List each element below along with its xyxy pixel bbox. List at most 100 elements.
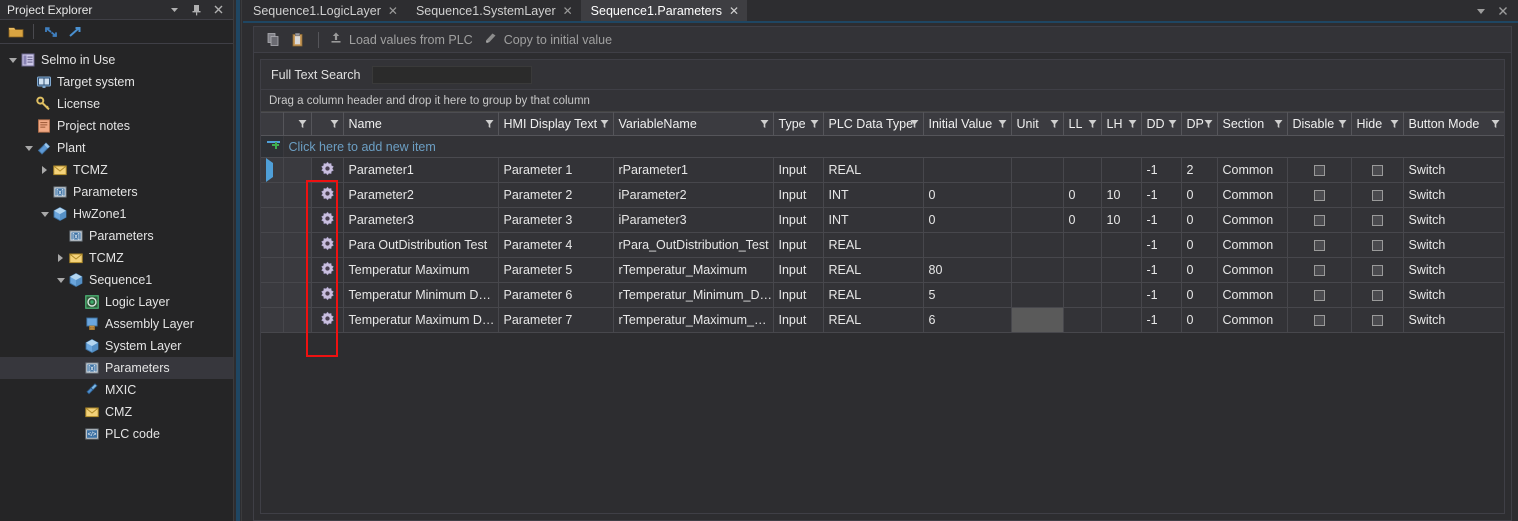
disable-checkbox[interactable] (1313, 190, 1325, 202)
table-row[interactable]: Temperatur Minimum Delta Parameter 6 rTemp… (261, 282, 1504, 308)
cell-hide-checkbox[interactable] (1351, 282, 1404, 308)
tree-item-selmo-in-use[interactable]: Selmo in Use (0, 49, 233, 71)
column-filter-icon[interactable] (998, 118, 1007, 132)
collapse-all-icon[interactable] (40, 22, 62, 42)
cell-plc-data-type[interactable]: INT (823, 182, 924, 208)
cell-dp[interactable]: 0 (1181, 257, 1218, 283)
cell-initial-value[interactable]: 0 (923, 207, 1012, 233)
copy-to-initial-value-button[interactable]: Copy to initial value (482, 31, 621, 48)
table-row[interactable]: Parameter1 Parameter 1 rParameter1 Input REA… (261, 157, 1504, 183)
cell-disable-checkbox[interactable] (1287, 157, 1352, 183)
disable-checkbox[interactable] (1313, 315, 1325, 327)
cell-dp[interactable]: 0 (1181, 182, 1218, 208)
cell-initial-value[interactable]: 0 (923, 182, 1012, 208)
cell-section[interactable]: Common (1217, 182, 1288, 208)
cell-type[interactable]: Input (773, 157, 824, 183)
cell-hide-checkbox[interactable] (1351, 257, 1404, 283)
column-filter-icon[interactable] (1168, 118, 1177, 132)
gear-icon[interactable] (311, 307, 344, 333)
cell-plc-data-type[interactable]: REAL (823, 232, 924, 258)
tree-item-logic-layer[interactable]: Logic Layer (0, 291, 233, 313)
table-row[interactable]: Parameter3 Parameter 3 iParameter3 Input INT… (261, 207, 1504, 233)
cell-type[interactable]: Input (773, 282, 824, 308)
cell-plc-data-type[interactable]: REAL (823, 307, 924, 333)
row-selector-cell[interactable] (283, 232, 312, 258)
cell-unit[interactable] (1011, 282, 1064, 308)
hide-checkbox[interactable] (1371, 215, 1383, 227)
cell-lh[interactable] (1101, 282, 1142, 308)
column-filter-icon[interactable] (810, 118, 819, 132)
cell-disable-checkbox[interactable] (1287, 257, 1352, 283)
disable-checkbox[interactable] (1313, 240, 1325, 252)
tree-item-sequence1[interactable]: Sequence1 (0, 269, 233, 291)
cell-button-mode[interactable]: Switch (1403, 257, 1504, 283)
cell-type[interactable]: Input (773, 182, 824, 208)
row-indicator[interactable] (261, 307, 284, 333)
column-filter-icon[interactable] (485, 118, 494, 132)
row-selector-cell[interactable] (283, 207, 312, 233)
tree-expander[interactable] (54, 274, 67, 287)
cell-plc-data-type[interactable]: REAL (823, 157, 924, 183)
gear-icon[interactable] (311, 207, 344, 233)
hide-checkbox[interactable] (1371, 265, 1383, 277)
tree-item-target-system[interactable]: Target system (0, 71, 233, 93)
column-header-blank-1[interactable] (283, 112, 312, 136)
hide-checkbox[interactable] (1371, 165, 1383, 177)
column-header-ll[interactable]: LL (1063, 112, 1102, 136)
tree-expander[interactable] (6, 54, 19, 67)
cell-button-mode[interactable]: Switch (1403, 282, 1504, 308)
cell-unit[interactable] (1011, 182, 1064, 208)
cell-hmi-display-text[interactable]: Parameter 4 (498, 232, 614, 258)
tree-item-tcmz[interactable]: TCMZ (0, 159, 233, 181)
cell-disable-checkbox[interactable] (1287, 232, 1352, 258)
row-selector-cell[interactable] (283, 257, 312, 283)
cell-unit[interactable] (1011, 307, 1064, 333)
column-filter-icon[interactable] (1491, 118, 1500, 132)
tree-expander[interactable] (22, 142, 35, 155)
hide-checkbox[interactable] (1371, 315, 1383, 327)
row-selector-cell[interactable] (283, 157, 312, 183)
cell-initial-value[interactable]: 5 (923, 282, 1012, 308)
cell-hmi-display-text[interactable]: Parameter 6 (498, 282, 614, 308)
cell-section[interactable]: Common (1217, 257, 1288, 283)
tree-item-parameters[interactable]: [x] Parameters (0, 225, 233, 247)
cell-button-mode[interactable]: Switch (1403, 157, 1504, 183)
cell-variable-name[interactable]: iParameter3 (613, 207, 774, 233)
column-filter-icon[interactable] (298, 118, 307, 132)
column-filter-icon[interactable] (910, 118, 919, 132)
cell-button-mode[interactable]: Switch (1403, 232, 1504, 258)
tree-item-assembly-layer[interactable]: Assembly Layer (0, 313, 233, 335)
cell-plc-data-type[interactable]: REAL (823, 282, 924, 308)
cell-initial-value[interactable] (923, 232, 1012, 258)
cell-unit[interactable] (1011, 207, 1064, 233)
cell-initial-value[interactable] (923, 157, 1012, 183)
cell-hmi-display-text[interactable]: Parameter 2 (498, 182, 614, 208)
cell-ll[interactable]: 0 (1063, 182, 1102, 208)
cell-section[interactable]: Common (1217, 157, 1288, 183)
cell-name[interactable]: Temperatur Maximum (343, 257, 499, 283)
cell-ll[interactable] (1063, 232, 1102, 258)
cell-section[interactable]: Common (1217, 282, 1288, 308)
column-filter-icon[interactable] (600, 118, 609, 132)
tree-item-project-notes[interactable]: Project notes (0, 115, 233, 137)
cell-disable-checkbox[interactable] (1287, 182, 1352, 208)
cell-hmi-display-text[interactable]: Parameter 3 (498, 207, 614, 233)
cell-dp[interactable]: 0 (1181, 207, 1218, 233)
cell-hide-checkbox[interactable] (1351, 307, 1404, 333)
row-selector-cell[interactable] (283, 182, 312, 208)
table-row[interactable]: Temperatur Maximum Parameter 5 rTemperatur… (261, 257, 1504, 283)
tree-expander[interactable] (54, 252, 67, 265)
cell-disable-checkbox[interactable] (1287, 282, 1352, 308)
column-filter-icon[interactable] (330, 118, 339, 132)
row-indicator[interactable] (261, 257, 284, 283)
cell-variable-name[interactable]: rTemperatur_Maximum_Delta (613, 307, 774, 333)
cell-dd[interactable]: -1 (1141, 182, 1182, 208)
cell-name[interactable]: Para OutDistribution Test (343, 232, 499, 258)
column-filter-icon[interactable] (1338, 118, 1347, 132)
tab-sequence1-logiclayer[interactable]: Sequence1.LogicLayer ✕ (243, 0, 406, 21)
cell-initial-value[interactable]: 6 (923, 307, 1012, 333)
column-header-button-mode[interactable]: Button Mode (1403, 112, 1504, 136)
column-header-hmi-display-text[interactable]: HMI Display Text (498, 112, 614, 136)
table-row[interactable]: Temperatur Maximum Delta Parameter 7 rTemp… (261, 307, 1504, 333)
add-new-item-icon[interactable] (261, 135, 284, 158)
